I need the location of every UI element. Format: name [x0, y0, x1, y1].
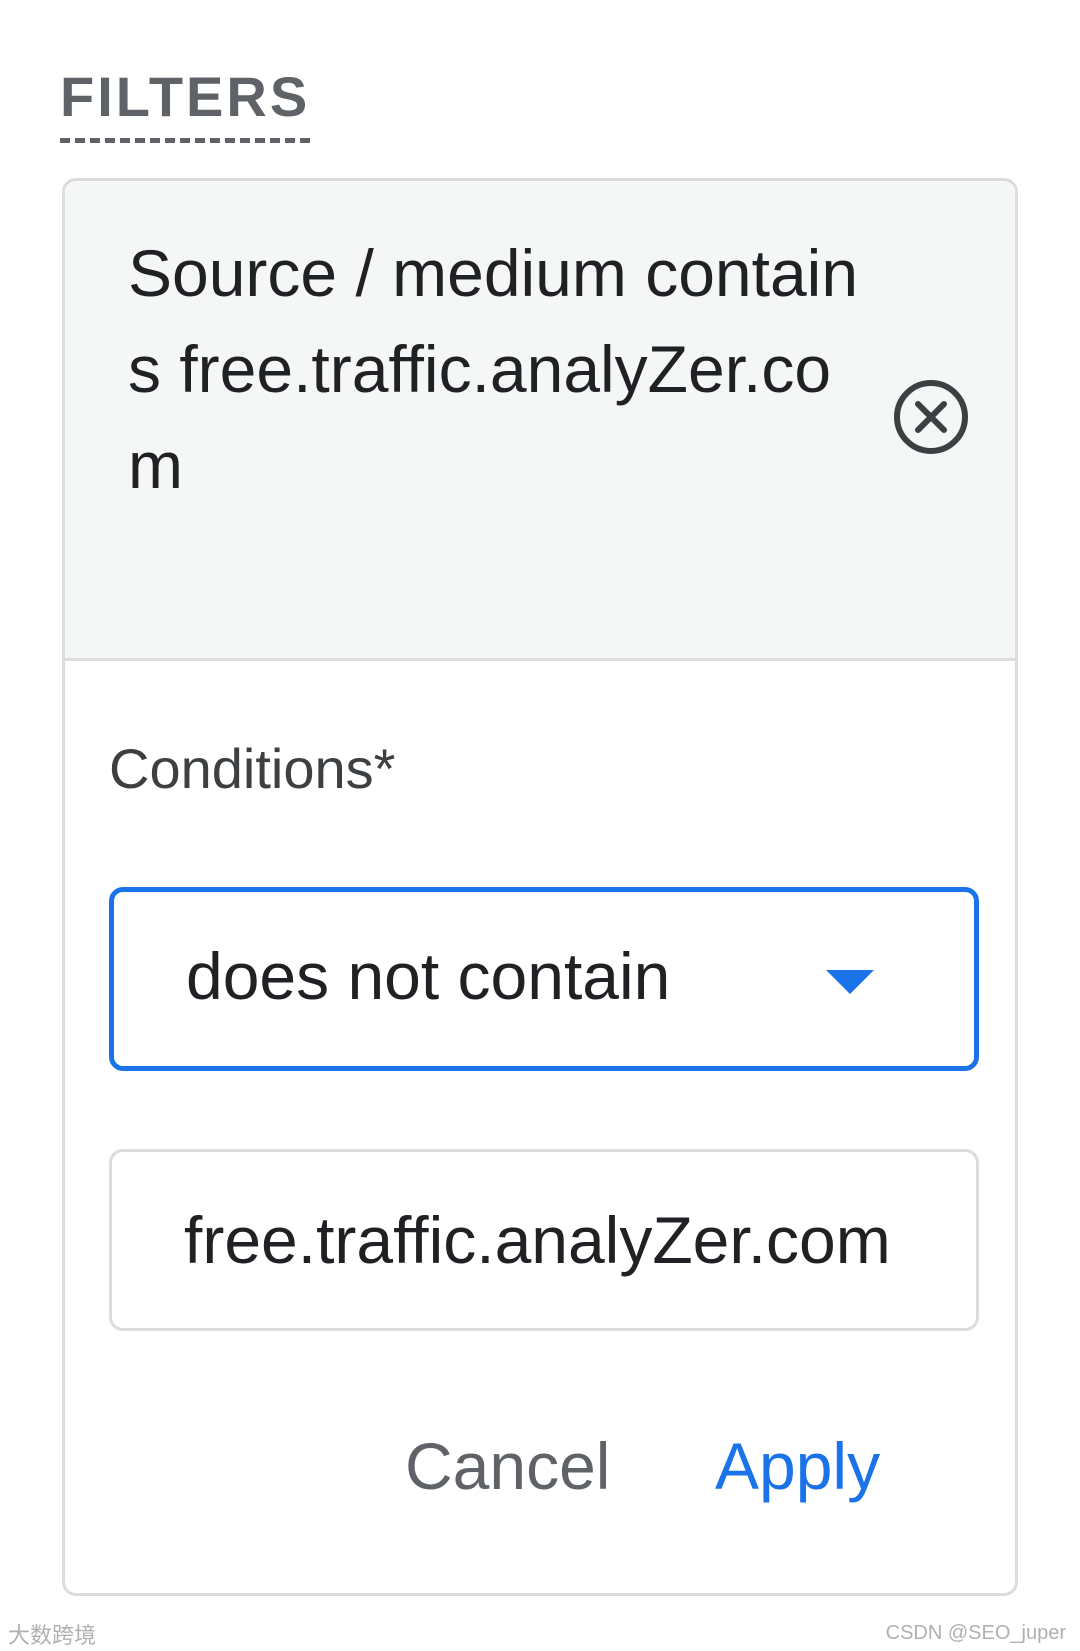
filter-editor-panel: Source / medium contains free.traffic.an…: [62, 178, 1018, 1596]
filters-page: FILTERS Source / medium contains free.tr…: [0, 0, 1080, 1651]
filters-heading: FILTERS: [60, 66, 311, 143]
cancel-button[interactable]: Cancel: [405, 1421, 610, 1511]
condition-operator-value: does not contain: [186, 939, 671, 1013]
filter-chip: Source / medium contains free.traffic.an…: [65, 181, 1015, 661]
condition-value-input[interactable]: [109, 1149, 979, 1331]
action-bar: Cancel Apply: [65, 1421, 1015, 1511]
dropdown-arrow-icon: [826, 970, 874, 994]
watermark-left: 大数跨境: [8, 1623, 97, 1648]
apply-button[interactable]: Apply: [715, 1421, 880, 1511]
condition-operator-select[interactable]: does not contain: [109, 887, 979, 1071]
close-circle-icon[interactable]: [891, 377, 971, 457]
watermark-right: CSDN @SEO_juper: [885, 1622, 1066, 1644]
conditions-label: Conditions*: [109, 737, 396, 800]
filter-chip-label: Source / medium contains free.traffic.an…: [128, 236, 859, 502]
